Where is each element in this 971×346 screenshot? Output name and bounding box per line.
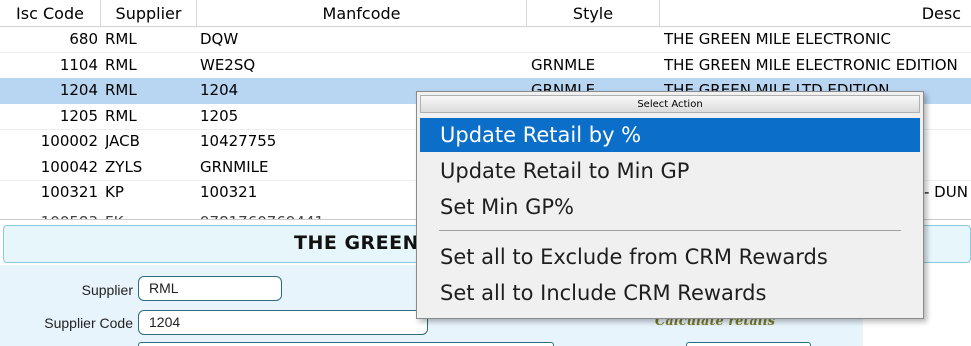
cell-supplier: KP bbox=[105, 183, 124, 201]
cell-isc-code: 680 bbox=[69, 30, 98, 48]
cell-isc-code: 1104 bbox=[59, 55, 98, 74]
column-header-supplier[interactable]: Supplier bbox=[101, 0, 197, 27]
cell-style: GRNMLE bbox=[531, 55, 596, 74]
next-field-partial[interactable] bbox=[138, 342, 554, 346]
cell-supplier: RML bbox=[105, 106, 137, 125]
cell-isc-code: 1204 bbox=[59, 81, 98, 99]
cell-style bbox=[531, 27, 658, 53]
cell-isc-code: 1205 bbox=[59, 106, 98, 125]
cell-manfcode: WE2SQ bbox=[200, 55, 256, 74]
cell-manfcode: DQW bbox=[200, 30, 239, 48]
supplier-field[interactable]: RML bbox=[138, 276, 282, 301]
menu-separator bbox=[439, 230, 901, 231]
column-header-isc-code[interactable]: Isc Code bbox=[0, 0, 101, 27]
cell-supplier: ZYLS bbox=[105, 157, 143, 176]
cell-isc-code: 100583 bbox=[0, 211, 101, 219]
cell-desc: THE GREEN MILE ELECTRONIC bbox=[664, 30, 891, 48]
column-header-desc[interactable]: Desc bbox=[660, 0, 971, 27]
table-row[interactable]: 680 RML DQW THE GREEN MILE ELECTRONIC bbox=[0, 27, 971, 53]
cell-isc-code: 100321 bbox=[40, 183, 98, 201]
supplier-label: Supplier bbox=[81, 282, 133, 298]
column-header-style[interactable]: Style bbox=[527, 0, 660, 27]
cell-isc-code: 100042 bbox=[40, 157, 98, 176]
menu-item-update-retail-by-percent[interactable]: Update Retail by % bbox=[420, 118, 920, 152]
menu-title: Select Action bbox=[420, 95, 920, 113]
right-field-partial[interactable] bbox=[686, 342, 811, 346]
cell-supplier: RML bbox=[105, 55, 137, 74]
menu-item-exclude-crm-rewards[interactable]: Set all to Exclude from CRM Rewards bbox=[420, 240, 920, 274]
cell-desc: - DUN bbox=[924, 183, 968, 201]
table-row[interactable]: 1104 RML WE2SQ GRNMLE THE GREEN MILE ELE… bbox=[0, 53, 971, 79]
cell-isc-code: 100002 bbox=[40, 132, 98, 150]
cell-supplier: FK bbox=[105, 211, 195, 219]
menu-item-update-retail-to-min-gp[interactable]: Update Retail to Min GP bbox=[420, 154, 920, 188]
column-header-manfcode[interactable]: Manfcode bbox=[197, 0, 527, 27]
menu-item-set-min-gp[interactable]: Set Min GP% bbox=[420, 190, 920, 224]
grid-header: Isc Code Supplier Manfcode Style Desc bbox=[0, 0, 971, 27]
supplier-code-field[interactable]: 1204 bbox=[138, 310, 428, 335]
cell-supplier: RML bbox=[105, 30, 137, 48]
menu-item-include-crm-rewards[interactable]: Set all to Include CRM Rewards bbox=[420, 276, 920, 310]
item-title: THE GREEN bbox=[294, 232, 420, 254]
cell-supplier: JACB bbox=[105, 132, 140, 150]
supplier-code-label: Supplier Code bbox=[44, 315, 133, 331]
cell-desc: THE GREEN MILE ELECTRONIC EDITION bbox=[664, 55, 958, 74]
cell-supplier: RML bbox=[105, 81, 137, 99]
select-action-menu: Select Action Update Retail by % Update … bbox=[416, 91, 924, 319]
